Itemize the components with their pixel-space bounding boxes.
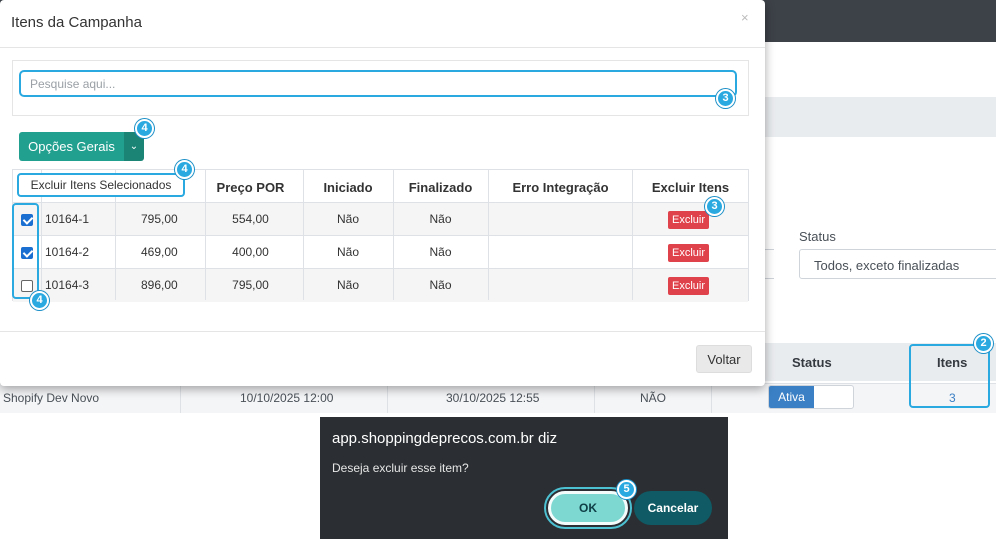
table-row: 10164-3 896,00 795,00 Não Não Excluir — [13, 269, 748, 302]
status-toggle[interactable]: Ativa — [768, 385, 854, 409]
column-finalizado: Finalizado — [408, 180, 473, 195]
status-filter-select[interactable]: Todos, exceto finalizadas — [799, 249, 996, 279]
step-badge-4: 4 — [30, 291, 49, 310]
dialog-title: app.shoppingdeprecos.com.br diz — [332, 430, 558, 447]
status-filter-label: Status — [799, 229, 836, 244]
campaign-name[interactable]: Shopify Dev Novo — [3, 391, 99, 405]
itens-highlight — [909, 344, 990, 408]
row-preco-de: 469,00 — [141, 245, 178, 259]
row-iniciado: Não — [336, 278, 359, 292]
column-divider — [205, 170, 206, 300]
search-input[interactable] — [19, 70, 737, 97]
column-preco-por: Preço POR — [216, 180, 285, 195]
step-badge-3: 3 — [716, 89, 735, 108]
row-iniciado: Não — [336, 212, 359, 226]
row-preco-de: 896,00 — [141, 278, 178, 292]
column-divider — [393, 170, 394, 300]
column-divider — [387, 383, 388, 413]
campaign-end-date: 30/10/2025 12:55 — [446, 391, 540, 405]
table-row: 10164-1 795,00 554,00 Não Não Excluir — [13, 203, 748, 236]
row-preco-por: 400,00 — [232, 245, 269, 259]
table-row: 10164-2 469,00 400,00 Não Não Excluir — [13, 236, 748, 269]
modal-footer-divider — [0, 331, 765, 332]
row-sku: 10164-2 — [45, 245, 90, 259]
step-badge-4: 4 — [175, 160, 194, 179]
row-iniciado: Não — [336, 245, 359, 259]
row-preco-de: 795,00 — [141, 212, 178, 226]
row-preco-por: 795,00 — [232, 278, 269, 292]
back-button[interactable]: Voltar — [696, 345, 752, 373]
column-divider — [711, 383, 712, 413]
row-sku: 10164-3 — [45, 278, 90, 292]
column-status: Status — [792, 355, 832, 370]
column-iniciado: Iniciado — [323, 180, 373, 195]
column-erro-integracao: Erro Integração — [512, 180, 609, 195]
cancel-button[interactable]: Cancelar — [634, 491, 712, 525]
row-finalizado: Não — [429, 245, 452, 259]
column-divider — [488, 170, 489, 300]
close-icon[interactable]: × — [741, 10, 749, 25]
step-badge-2: 2 — [974, 334, 993, 353]
delete-button[interactable]: Excluir — [668, 211, 710, 229]
column-divider — [594, 383, 595, 413]
column-divider — [303, 170, 304, 300]
confirm-dialog: app.shoppingdeprecos.com.br diz Deseja e… — [320, 417, 728, 539]
delete-selected-items-option[interactable]: Excluir Itens Selecionados — [17, 173, 185, 197]
delete-button[interactable]: Excluir — [668, 244, 710, 262]
modal-header-divider — [0, 47, 765, 48]
column-divider — [632, 170, 633, 300]
modal-title: Itens da Campanha — [11, 14, 142, 31]
campaign-items-modal: Itens da Campanha × Opções Gerais ⌄ Preç… — [0, 0, 765, 386]
checkboxes-highlight — [12, 203, 39, 299]
step-badge-5: 5 — [617, 480, 636, 499]
step-badge-4: 4 — [135, 119, 154, 138]
campaign-flag: NÃO — [640, 391, 667, 405]
ok-button[interactable]: OK — [548, 491, 628, 525]
delete-button[interactable]: Excluir — [668, 277, 710, 295]
column-divider — [180, 383, 181, 413]
dialog-message: Deseja excluir esse item? — [332, 461, 469, 475]
row-finalizado: Não — [429, 212, 452, 226]
status-toggle-on: Ativa — [769, 386, 814, 408]
step-badge-3: 3 — [705, 197, 724, 216]
row-sku: 10164-1 — [45, 212, 90, 226]
row-finalizado: Não — [429, 278, 452, 292]
general-options-button[interactable]: Opções Gerais — [19, 132, 124, 161]
screen: Status Todos, exceto finalizadas Status … — [0, 0, 996, 539]
column-excluir-itens: Excluir Itens — [651, 180, 730, 195]
row-preco-por: 554,00 — [232, 212, 269, 226]
campaign-start-date: 10/10/2025 12:00 — [240, 391, 334, 405]
